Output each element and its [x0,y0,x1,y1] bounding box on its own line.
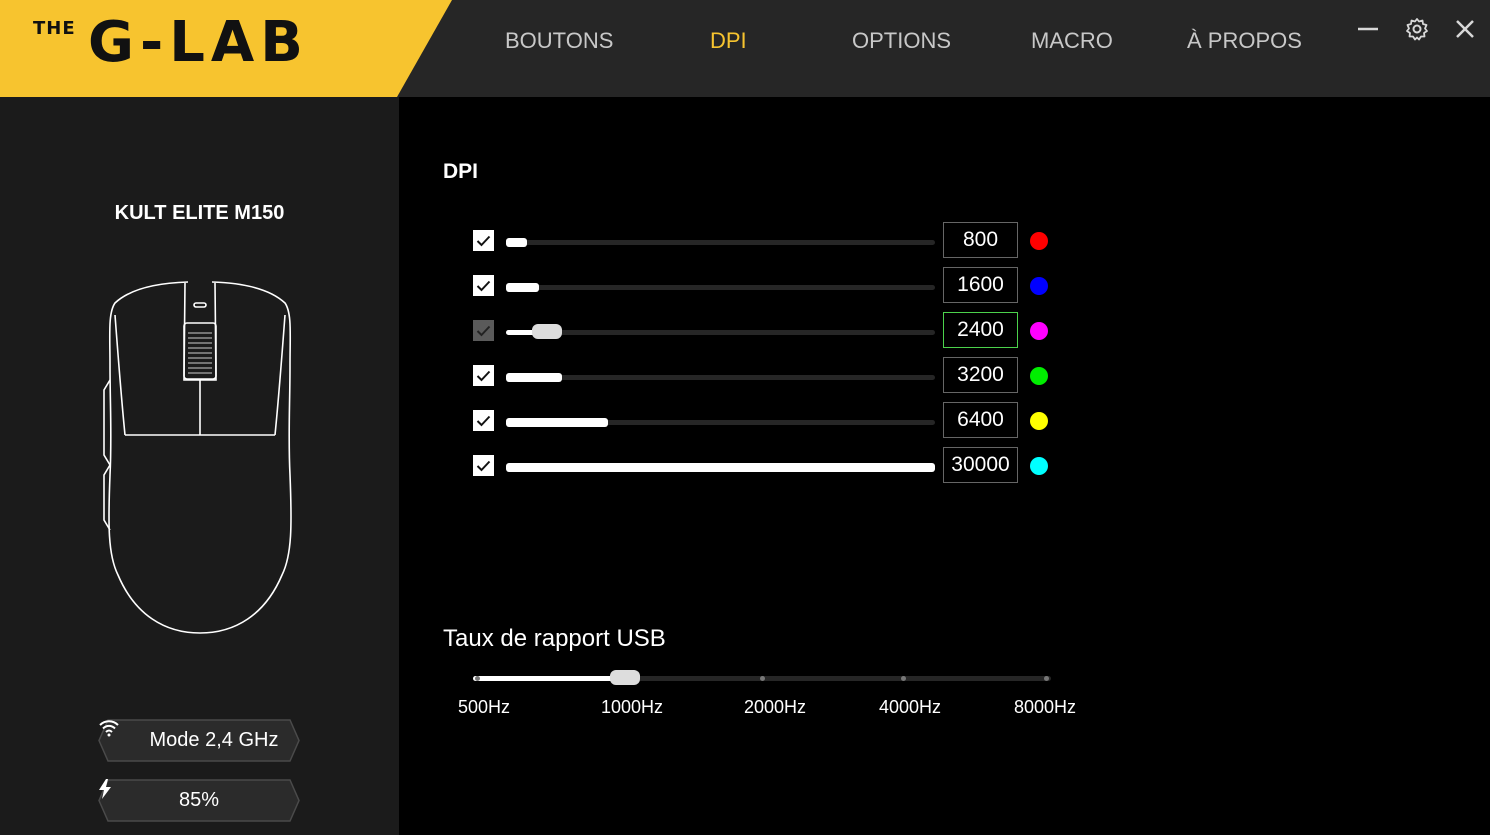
dpi-color-indicator[interactable] [1030,412,1048,430]
battery-level-label: 85% [178,789,220,811]
tab-macro[interactable]: MACRO [1031,28,1113,54]
dpi-level-row [473,357,1073,393]
dpi-color-indicator[interactable] [1030,277,1048,295]
tab-boutons[interactable]: BOUTONS [505,28,613,54]
battery-badge: 85% [98,779,300,822]
dpi-value-input[interactable] [943,312,1018,348]
brand-logo-the: THE [33,18,76,39]
dpi-level-checkbox[interactable] [473,410,494,431]
usb-rate-option-500[interactable]: 500Hz [458,697,510,718]
tab-a-propos[interactable]: À PROPOS [1187,28,1302,54]
dpi-value-input[interactable] [943,357,1018,393]
lightning-icon [99,779,111,799]
dpi-level-checkbox[interactable] [473,365,494,386]
mouse-illustration [103,281,292,634]
dpi-level-checkbox[interactable] [473,275,494,296]
checkmark-icon [476,280,491,291]
dpi-value-input[interactable] [943,402,1018,438]
dpi-level-row [473,312,1073,348]
checkmark-icon [476,370,491,381]
usb-rate-tick [760,676,765,681]
dpi-color-indicator[interactable] [1030,232,1048,250]
dpi-value-input[interactable] [943,267,1018,303]
dpi-level-slider[interactable] [506,418,935,427]
dpi-level-row [473,402,1073,438]
usb-rate-option-8000[interactable]: 8000Hz [1014,697,1076,718]
usb-rate-tick [475,676,480,681]
tab-options[interactable]: OPTIONS [852,28,951,54]
dpi-value-input[interactable] [943,222,1018,258]
dpi-level-row [473,267,1073,303]
close-icon[interactable] [1450,14,1480,44]
dpi-level-slider-fill [506,283,539,292]
dpi-color-indicator[interactable] [1030,367,1048,385]
device-model-name: KULT ELITE M150 [114,202,285,224]
dpi-level-row [473,447,1073,483]
dpi-level-slider[interactable] [506,373,935,382]
dpi-section-title: DPI [443,160,479,183]
dpi-level-row [473,222,1073,258]
gear-icon[interactable] [1402,14,1432,44]
usb-rate-slider-handle[interactable] [610,670,640,685]
minimize-icon[interactable] [1353,14,1383,44]
title-bar: THE G-LAB BOUTONS DPI OPTIONS MACRO À PR… [0,0,1490,97]
brand-logo: G-LAB [88,10,309,75]
usb-rate-slider[interactable] [473,670,1051,685]
dpi-level-slider[interactable] [506,238,935,247]
dpi-level-checkbox[interactable] [473,455,494,476]
dpi-level-slider-fill [506,238,528,247]
usb-rate-slider-fill [473,676,625,681]
dpi-level-slider-handle[interactable] [532,324,563,339]
connection-mode-label: Mode 2,4 GHz [149,729,279,751]
dpi-value-input[interactable] [943,447,1018,483]
device-panel: KULT ELITE M150 Mode 2,4 GHz 85% [0,97,399,835]
dpi-color-indicator[interactable] [1030,457,1048,475]
wifi-icon [99,720,119,737]
connection-mode-badge: Mode 2,4 GHz [98,719,300,762]
tab-dpi[interactable]: DPI [710,28,747,54]
dpi-level-slider[interactable] [506,324,935,339]
dpi-level-checkbox[interactable] [473,320,494,341]
dpi-level-slider[interactable] [506,463,935,472]
checkmark-icon [476,325,491,336]
usb-rate-tick [1044,676,1049,681]
usb-rate-option-4000[interactable]: 4000Hz [879,697,941,718]
checkmark-icon [476,235,491,246]
checkmark-icon [476,460,491,471]
usb-rate-tick [901,676,906,681]
checkmark-icon [476,415,491,426]
dpi-level-slider-fill [506,373,562,382]
usb-rate-option-2000[interactable]: 2000Hz [744,697,806,718]
usb-rate-option-1000[interactable]: 1000Hz [601,697,663,718]
usb-rate-title: Taux de rapport USB [443,625,666,652]
dpi-level-slider[interactable] [506,283,935,292]
dpi-color-indicator[interactable] [1030,322,1048,340]
dpi-level-slider-fill [506,418,608,427]
dpi-level-checkbox[interactable] [473,230,494,251]
dpi-level-slider-fill [506,463,935,472]
